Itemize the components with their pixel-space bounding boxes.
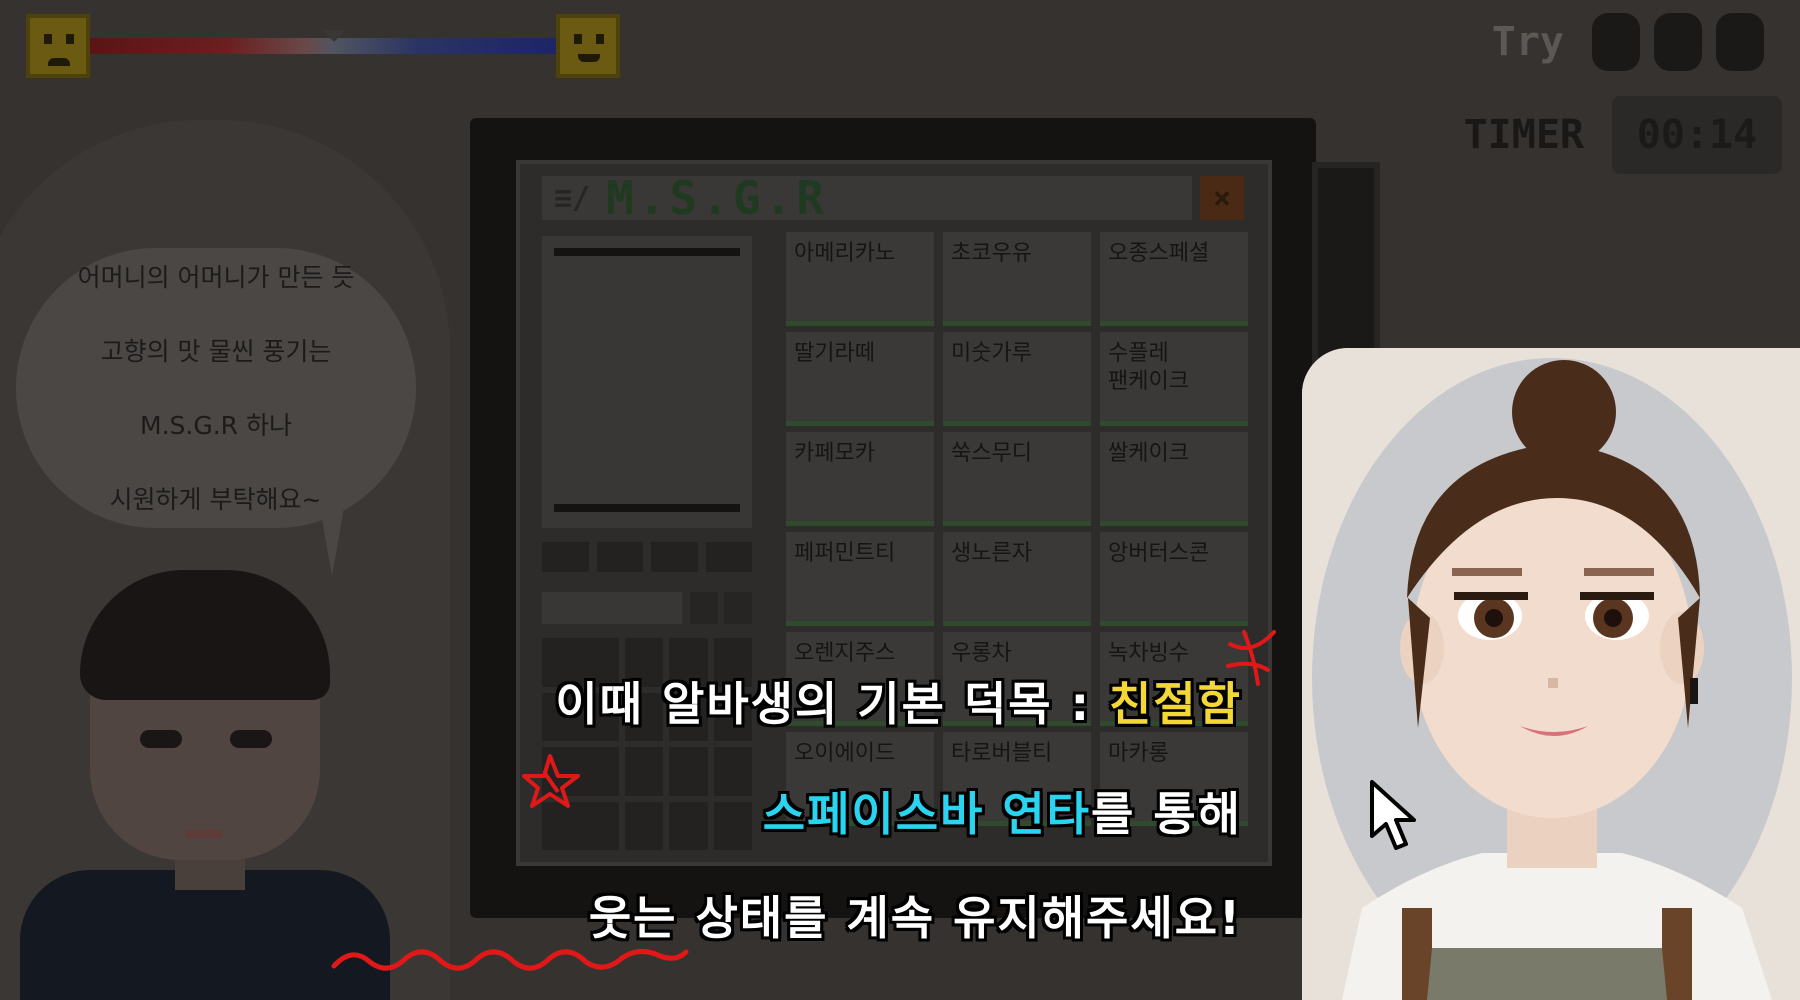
pos-screen: ≡/ M.S.G.R × 아메리카노 초코우유 오종스페셜 딸기라떼 미숫가루 … (516, 160, 1272, 866)
menu-item[interactable]: 생노른자 (943, 532, 1091, 626)
staff-portrait-panel (1302, 348, 1800, 1000)
pos-controls (542, 542, 752, 578)
mood-meter (26, 14, 626, 78)
staff-portrait (1302, 348, 1800, 1000)
mouse-pointer-icon (1370, 780, 1416, 850)
tries-counter: Try (1492, 12, 1764, 72)
try-token-icon (1716, 13, 1764, 71)
customer-hair (80, 570, 330, 700)
menu-item[interactable]: 딸기라떼 (786, 332, 934, 426)
menu-item[interactable]: 쑥스무디 (943, 432, 1091, 526)
keypad-key[interactable] (713, 747, 752, 796)
pos-mark-icon: ≡/ (554, 180, 591, 216)
happy-face-icon (556, 14, 620, 78)
menu-item[interactable]: 아메리카노 (786, 232, 934, 326)
pos-control-button[interactable] (542, 542, 589, 572)
menu-item[interactable]: 오종스페셜 (1100, 232, 1248, 326)
customer-order-text: 어머니의 어머니가 만든 듯 고향의 맛 물씬 풍기는 M.S.G.R 하나 시… (77, 262, 355, 514)
red-star-icon (522, 754, 580, 808)
timer-label: TIMER (1463, 112, 1584, 158)
keypad-key[interactable] (713, 801, 752, 850)
menu-item[interactable]: 수플레 팬케이크 (1100, 332, 1248, 426)
pos-control-button[interactable] (651, 542, 698, 572)
pos-control-button[interactable] (596, 542, 643, 572)
try-token-icon (1654, 13, 1702, 71)
menu-item[interactable]: 카페모카 (786, 432, 934, 526)
pos-control-button[interactable] (705, 542, 752, 572)
quantity-stepper[interactable] (690, 592, 752, 624)
try-label: Try (1491, 19, 1564, 65)
menu-item[interactable]: 앙버터스콘 (1100, 532, 1248, 626)
mood-indicator (322, 30, 346, 42)
customer-character (20, 570, 390, 1000)
tutorial-caption-line2: 스페이스바 연타를 통해 (762, 787, 1242, 841)
menu-item[interactable]: 미숫가루 (943, 332, 1091, 426)
mood-bar (86, 30, 561, 54)
pos-header: ≡/ M.S.G.R (542, 171, 1192, 225)
pos-logo: M.S.G.R (606, 171, 828, 225)
keypad-key[interactable] (624, 801, 664, 850)
speech-bubble-tail (318, 496, 346, 576)
menu-grid: 아메리카노 초코우유 오종스페셜 딸기라떼 미숫가루 수플레 팬케이크 카페모카… (786, 232, 1248, 872)
tutorial-caption-line1: 이때 알바생의 기본 덕목 : 친절함 (555, 677, 1242, 731)
timer-value: 00:14 (1612, 96, 1782, 174)
spacebar-highlight: 스페이스바 연타 (762, 787, 1092, 841)
keypad-key[interactable] (624, 747, 664, 796)
sad-face-icon (26, 14, 90, 78)
red-wavy-underline (331, 949, 689, 971)
red-sparkle-icon (1226, 630, 1276, 686)
speech-bubble: 어머니의 어머니가 만든 듯 고향의 맛 물씬 풍기는 M.S.G.R 하나 시… (16, 248, 416, 528)
try-token-icon (1592, 13, 1640, 71)
order-list (542, 236, 752, 528)
tutorial-caption-line3: 웃는 상태를 계속 유지해주세요! (588, 891, 1242, 945)
menu-item[interactable]: 페퍼민트티 (786, 532, 934, 626)
timer: TIMER 00:14 (1464, 96, 1782, 174)
menu-item[interactable]: 쌀케이크 (1100, 432, 1248, 526)
keypad-key[interactable] (669, 801, 708, 850)
game-screen: Try TIMER 00:14 어머니의 어머니가 만든 듯 고향의 맛 물씬 … (0, 0, 1800, 1000)
keypad-key[interactable] (669, 747, 708, 796)
quantity-display (542, 592, 682, 624)
close-icon[interactable]: × (1200, 176, 1244, 220)
menu-item[interactable]: 초코우유 (943, 232, 1091, 326)
